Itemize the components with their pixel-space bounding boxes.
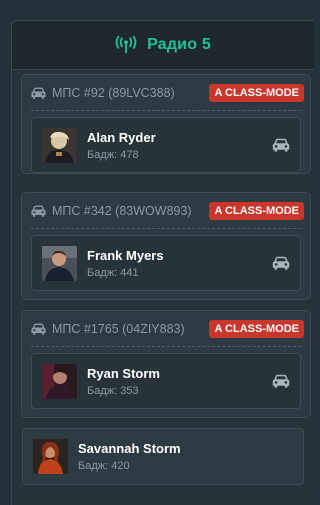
channel-title: Радио 5 — [147, 36, 211, 53]
unit-header: МПС #342 (83WOW893) A CLASS-MODE — [22, 193, 310, 229]
mode-badge: A CLASS-MODE — [209, 84, 304, 102]
unit-label: МПС #92 (89LVC388) — [52, 86, 175, 100]
unit-header: МПС #92 (89LVC388) A CLASS-MODE — [22, 75, 310, 111]
avatar — [42, 245, 77, 281]
avatar — [42, 127, 77, 163]
radio-tower-icon — [115, 36, 137, 54]
mode-badge: A CLASS-MODE — [209, 320, 304, 338]
car-icon[interactable] — [272, 374, 290, 388]
unit-card[interactable]: МПС #342 (83WOW893) A CLASS-MODE Frank M… — [21, 192, 311, 300]
panel-header: Радио 5 — [12, 21, 314, 70]
unit-label: МПС #342 (83WOW893) — [52, 204, 192, 218]
unit-card[interactable]: МПС #92 (89LVC388) A CLASS-MODE Alan Ryd… — [21, 74, 311, 174]
avatar — [33, 439, 68, 474]
member-badge-number: Бадж: 441 — [87, 266, 139, 279]
unit-header: МПС #1765 (04ZIY883) A CLASS-MODE — [22, 311, 310, 347]
member-name: Ryan Storm — [87, 365, 160, 381]
avatar — [42, 363, 77, 399]
unit-card[interactable]: МПС #1765 (04ZIY883) A CLASS-MODE Ryan S… — [21, 310, 311, 418]
member-badge-number: Бадж: 420 — [78, 460, 130, 472]
unassigned-member-row[interactable]: Savannah Storm Бадж: 420 — [22, 428, 304, 485]
mode-badge: A CLASS-MODE — [209, 202, 304, 220]
member-badge-number: Бадж: 478 — [87, 148, 139, 161]
member-row[interactable]: Alan Ryder Бадж: 478 — [31, 117, 301, 173]
car-icon — [31, 87, 46, 99]
member-row[interactable]: Frank Myers Бадж: 441 — [31, 235, 301, 291]
member-name: Alan Ryder — [87, 129, 156, 145]
member-name: Savannah Storm — [78, 441, 181, 456]
member-row[interactable]: Ryan Storm Бадж: 353 — [31, 353, 301, 409]
car-icon[interactable] — [272, 138, 290, 152]
car-icon — [31, 323, 46, 335]
car-icon — [31, 205, 46, 217]
unit-label: МПС #1765 (04ZIY883) — [52, 322, 185, 336]
member-name: Frank Myers — [87, 247, 164, 263]
car-icon[interactable] — [272, 256, 290, 270]
member-badge-number: Бадж: 353 — [87, 384, 139, 397]
